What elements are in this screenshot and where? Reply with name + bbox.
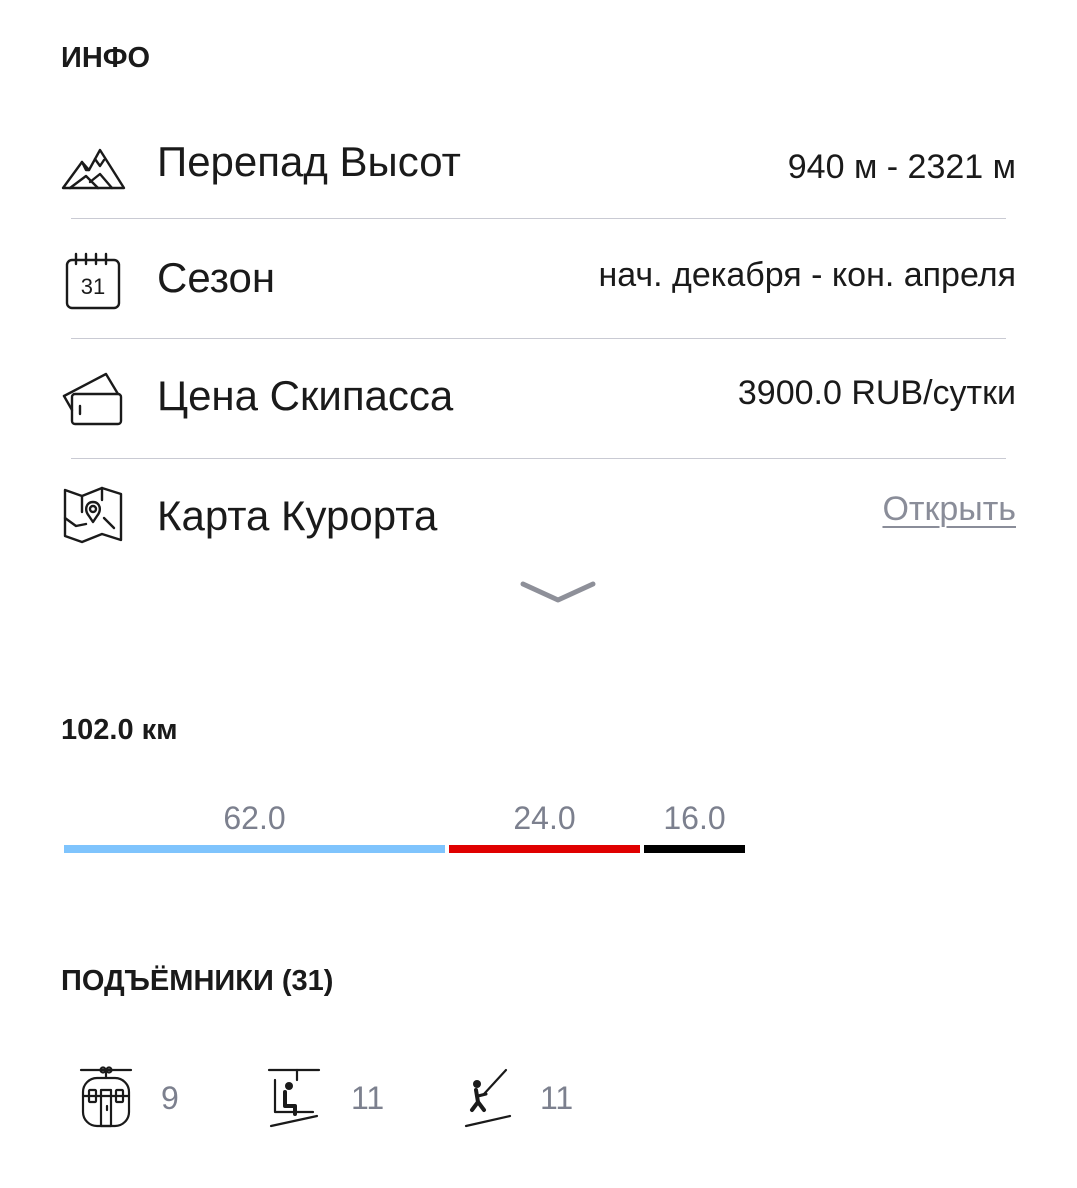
surface-lift-icon bbox=[464, 1068, 512, 1128]
open-map-link[interactable]: Открыть bbox=[882, 490, 1016, 529]
chairlift-icon bbox=[267, 1068, 321, 1128]
divider bbox=[71, 218, 1006, 219]
mountain-icon bbox=[60, 136, 126, 202]
chevron-down-icon[interactable] bbox=[519, 578, 597, 608]
info-row-elevation: Перепад Высот 940 м - 2321 м bbox=[0, 130, 1077, 210]
divider bbox=[71, 458, 1006, 459]
gondola-icon bbox=[79, 1066, 133, 1128]
lift-chairlift: 11 bbox=[267, 1066, 407, 1130]
elevation-label: Перепад Высот bbox=[157, 138, 461, 185]
skipass-value: 3900.0 RUB/сутки bbox=[737, 374, 1016, 412]
calendar-day: 31 bbox=[81, 274, 105, 299]
slopes-total: 102.0 км bbox=[61, 714, 178, 746]
slope-blue-bar bbox=[64, 845, 445, 853]
map-icon bbox=[60, 482, 126, 548]
skipass-label: Цена Скипасса bbox=[157, 372, 454, 419]
surface-lift-count: 11 bbox=[540, 1080, 574, 1116]
info-row-season: 31 Сезон нач. декабря - кон. апреля bbox=[0, 244, 1077, 324]
slope-black-value: 16.0 bbox=[663, 800, 726, 836]
info-section-title: ИНФО bbox=[61, 42, 151, 74]
lift-gondola: 9 bbox=[77, 1066, 217, 1130]
elevation-value: 940 м - 2321 м bbox=[787, 148, 1016, 186]
ski-pass-icon bbox=[60, 366, 126, 432]
lift-surface: 11 bbox=[462, 1066, 602, 1130]
season-value: нач. декабря - кон. апреля bbox=[598, 256, 1016, 294]
season-label: Сезон bbox=[157, 254, 276, 301]
slope-red-bar bbox=[449, 845, 640, 853]
chairlift-count: 11 bbox=[351, 1080, 385, 1116]
slope-black-bar bbox=[644, 845, 745, 853]
slope-red-value: 24.0 bbox=[513, 800, 576, 836]
slope-blue-value: 62.0 bbox=[223, 800, 286, 836]
lifts-section-title: ПОДЪЁМНИКИ (31) bbox=[61, 965, 334, 997]
gondola-count: 9 bbox=[161, 1080, 179, 1116]
info-row-map: Карта Курорта Открыть bbox=[0, 482, 1077, 562]
divider bbox=[71, 338, 1006, 339]
calendar-icon: 31 bbox=[60, 248, 126, 314]
map-label: Карта Курорта bbox=[157, 492, 438, 539]
info-row-skipass: Цена Скипасса 3900.0 RUB/сутки bbox=[0, 362, 1077, 442]
